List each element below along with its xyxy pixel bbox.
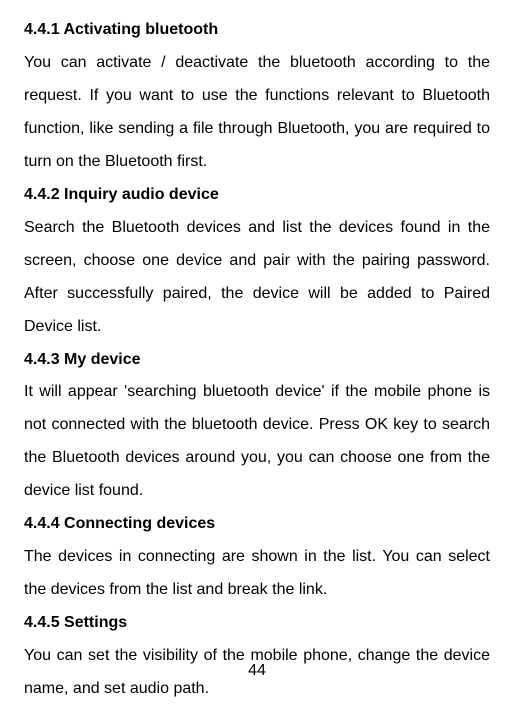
section-my-device: 4.4.3 My device It will appear 'searchin… [24, 344, 490, 509]
section-activating-bluetooth: 4.4.1 Activating bluetooth You can activ… [24, 14, 490, 179]
section-body: You can activate / deactivate the blueto… [24, 54, 490, 170]
section-heading: 4.4.5 Settings [24, 614, 127, 631]
page-number: 44 [248, 662, 266, 680]
section-body: It will appear 'searching bluetooth devi… [24, 383, 490, 499]
section-settings: 4.4.5 Settings You can set the visibilit… [24, 607, 490, 706]
section-heading: 4.4.2 Inquiry audio device [24, 186, 219, 203]
section-body: The devices in connecting are shown in t… [24, 548, 490, 598]
section-inquiry-audio-device: 4.4.2 Inquiry audio device Search the Bl… [24, 179, 490, 344]
section-heading: 4.4.1 Activating bluetooth [24, 21, 218, 38]
section-body: Search the Bluetooth devices and list th… [24, 219, 490, 335]
section-connecting-devices: 4.4.4 Connecting devices The devices in … [24, 508, 490, 607]
document-content: 4.4.1 Activating bluetooth You can activ… [24, 14, 490, 706]
section-heading: 4.4.4 Connecting devices [24, 515, 215, 532]
section-heading: 4.4.3 My device [24, 351, 141, 368]
